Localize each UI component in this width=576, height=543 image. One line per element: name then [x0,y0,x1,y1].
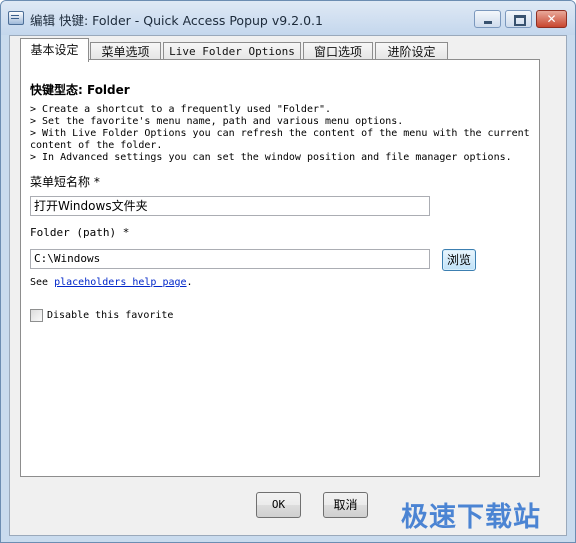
edit-favorite-window: 编辑 快键: Folder - Quick Access Popup v9.2.… [0,0,576,543]
description-line: > In Advanced settings you can set the w… [30,152,512,163]
tab-basic-settings[interactable]: 基本设定 [20,38,89,62]
description-line: > Create a shortcut to a frequently used… [30,104,332,115]
description-line: > Set the favorite's menu name, path and… [30,116,404,127]
description-line: > With Live Folder Options you can refre… [30,128,536,151]
folder-path-input[interactable]: C:\Windows [30,249,430,269]
ok-button[interactable]: OK [256,492,301,518]
maximize-icon [506,11,531,27]
menu-name-label: 菜单短名称 * [30,175,100,189]
close-button[interactable]: ✕ [536,10,567,28]
favorite-type-heading: 快键型态: Folder [30,83,130,97]
minimize-icon [475,11,500,27]
app-icon [8,11,24,25]
close-icon: ✕ [546,12,557,26]
window-title: 编辑 快键: Folder - Quick Access Popup v9.2.… [30,13,323,28]
help-prefix: See [30,277,55,288]
site-watermark: 极速下载站 [401,502,541,533]
folder-path-label: Folder (path) * [30,226,130,239]
disable-favorite-label[interactable]: Disable this favorite [47,309,173,322]
description: > Create a shortcut to a frequently used… [30,104,540,164]
dialog-client-area: 基本设定 菜单选项 Live Folder Options 窗口选项 进阶设定 … [9,35,567,536]
title-bar[interactable]: 编辑 快键: Folder - Quick Access Popup v9.2.… [1,1,575,35]
minimize-button[interactable] [474,10,501,28]
disable-favorite-checkbox[interactable] [30,309,43,322]
tab-panel: 快键型态: Folder > Create a shortcut to a fr… [20,59,540,477]
cancel-button[interactable]: 取消 [323,492,368,518]
maximize-button[interactable] [505,10,532,28]
help-suffix: . [186,277,193,288]
placeholders-help-link[interactable]: placeholders help page [54,277,186,288]
browse-button[interactable]: 浏览 [442,249,476,271]
help-text: See placeholders help page. [30,277,193,288]
menu-name-input[interactable]: 打开Windows文件夹 [30,196,430,216]
